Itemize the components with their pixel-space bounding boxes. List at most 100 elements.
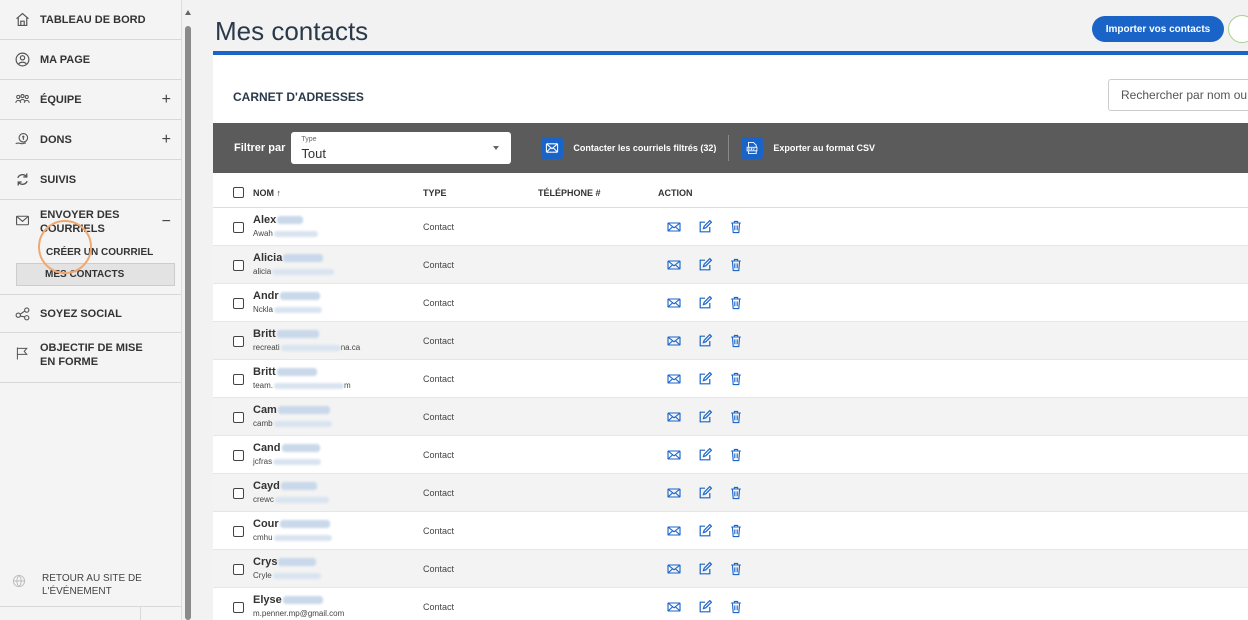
row-checkbox[interactable]	[233, 222, 244, 233]
select-all-checkbox[interactable]	[233, 187, 244, 198]
redacted-blur	[276, 330, 319, 339]
contact-email-text: crewc	[253, 495, 274, 504]
scroll-up-arrow-icon[interactable]	[185, 10, 191, 15]
redacted-blur	[274, 382, 345, 389]
table-row[interactable]: Britt team. m Contact	[213, 360, 1248, 398]
edit-icon[interactable]	[696, 484, 714, 502]
sidebar-item-team[interactable]: ÉQUIPE +	[0, 80, 181, 120]
table-row[interactable]: Cour cmhu Contact	[213, 512, 1248, 550]
dropdown-caret-icon	[493, 146, 500, 150]
sidebar-item-send-emails[interactable]: ENVOYER DES COURRIELS −	[0, 200, 181, 256]
table-row[interactable]: Andr Nckla Contact	[213, 284, 1248, 322]
sidebar-item-follow-ups[interactable]: SUIVIS	[0, 160, 181, 200]
row-checkbox[interactable]	[233, 602, 244, 613]
trash-icon[interactable]	[727, 370, 745, 388]
contact-email: Awah	[253, 229, 318, 238]
edit-icon[interactable]	[696, 218, 714, 236]
edit-icon[interactable]	[696, 256, 714, 274]
redacted-blur	[278, 558, 317, 567]
edit-icon[interactable]	[696, 522, 714, 540]
row-checkbox[interactable]	[233, 488, 244, 499]
trash-icon[interactable]	[727, 446, 745, 464]
table-row[interactable]: Alex Awah Contact	[213, 208, 1248, 246]
table-row[interactable]: Crys Cryle Contact	[213, 550, 1248, 588]
trash-icon[interactable]	[727, 218, 745, 236]
edit-icon[interactable]	[696, 332, 714, 350]
contact-filtered-button[interactable]: Contacter les courriels filtrés (32)	[541, 137, 716, 159]
trash-icon[interactable]	[727, 560, 745, 578]
send-mail-icon[interactable]	[665, 294, 683, 312]
table-row[interactable]: Elyse m.penner.mp@gmail.com Contact	[213, 588, 1248, 620]
sidebar-item-dashboard[interactable]: TABLEAU DE BORD	[0, 0, 181, 40]
sidebar-item-my-page[interactable]: MA PAGE	[0, 40, 181, 80]
trash-icon[interactable]	[727, 294, 745, 312]
redacted-blur	[281, 444, 320, 453]
type-select[interactable]: Type Tout	[291, 132, 512, 164]
trash-icon[interactable]	[727, 256, 745, 274]
sidebar-scrollbar[interactable]	[184, 0, 192, 620]
scrollbar-thumb[interactable]	[185, 26, 191, 620]
circle-action-button[interactable]	[1228, 15, 1248, 43]
redacted-blur	[272, 268, 335, 275]
card-title: CARNET D'ADRESSES	[233, 90, 364, 104]
expand-plus-icon[interactable]: +	[162, 91, 171, 109]
send-mail-icon[interactable]	[665, 484, 683, 502]
send-mail-icon[interactable]	[665, 446, 683, 464]
row-checkbox[interactable]	[233, 450, 244, 461]
column-header-name[interactable]: NOM ↑	[253, 188, 281, 198]
contact-type: Contact	[423, 336, 455, 346]
contact-email: camb	[253, 419, 332, 428]
trash-icon[interactable]	[727, 484, 745, 502]
contact-email-text: m.penner.mp@gmail.com	[253, 609, 345, 618]
send-mail-icon[interactable]	[665, 598, 683, 616]
row-checkbox[interactable]	[233, 260, 244, 271]
redacted-blur	[273, 458, 322, 465]
back-to-event-link[interactable]: RETOUR AU SITE DE L'ÉVÉNEMENT	[12, 572, 152, 598]
trash-icon[interactable]	[727, 408, 745, 426]
contact-email: m.penner.mp@gmail.com	[253, 609, 344, 618]
table-row[interactable]: Alicia alicia Contact	[213, 246, 1248, 284]
export-csv-button[interactable]: Exporter au format CSV	[741, 137, 875, 159]
row-checkbox[interactable]	[233, 412, 244, 423]
edit-icon[interactable]	[696, 446, 714, 464]
table-row[interactable]: Britt recreati na.ca Contact	[213, 322, 1248, 360]
row-checkbox[interactable]	[233, 526, 244, 537]
send-mail-icon[interactable]	[665, 522, 683, 540]
contact-email: cmhu	[253, 533, 332, 542]
send-mail-icon[interactable]	[665, 370, 683, 388]
table-row[interactable]: Cand jcfras Contact	[213, 436, 1248, 474]
send-mail-icon[interactable]	[665, 560, 683, 578]
sidebar-item-donations[interactable]: DONS +	[0, 120, 181, 160]
expand-plus-icon[interactable]: +	[162, 131, 171, 149]
sidebar-item-fitness-goal[interactable]: OBJECTIF DE MISE EN FORME	[0, 333, 181, 383]
send-mail-icon[interactable]	[665, 218, 683, 236]
sidebar-item-social[interactable]: SOYEZ SOCIAL	[0, 295, 181, 333]
row-checkbox[interactable]	[233, 298, 244, 309]
send-mail-icon[interactable]	[665, 256, 683, 274]
row-actions	[665, 218, 745, 236]
row-checkbox[interactable]	[233, 564, 244, 575]
edit-icon[interactable]	[696, 598, 714, 616]
send-mail-icon[interactable]	[665, 332, 683, 350]
trash-icon[interactable]	[727, 522, 745, 540]
search-input[interactable]	[1108, 79, 1248, 111]
row-checkbox[interactable]	[233, 336, 244, 347]
row-checkbox[interactable]	[233, 374, 244, 385]
trash-icon[interactable]	[727, 598, 745, 616]
table-row[interactable]: Cayd crewc Contact	[213, 474, 1248, 512]
user-circle-icon	[12, 50, 32, 70]
edit-icon[interactable]	[696, 370, 714, 388]
edit-icon[interactable]	[696, 408, 714, 426]
sidebar: TABLEAU DE BORD MA PAGE ÉQUIPE + DONS + …	[0, 0, 182, 620]
submenu-my-contacts[interactable]: MES CONTACTS	[16, 263, 175, 286]
trash-icon[interactable]	[727, 332, 745, 350]
send-mail-icon[interactable]	[665, 408, 683, 426]
import-contacts-button[interactable]: Importer vos contacts	[1092, 16, 1224, 42]
edit-icon[interactable]	[696, 294, 714, 312]
type-select-value: Tout	[301, 146, 326, 161]
collapse-minus-icon[interactable]: −	[162, 213, 171, 231]
row-actions	[665, 256, 745, 274]
contact-type: Contact	[423, 298, 455, 308]
edit-icon[interactable]	[696, 560, 714, 578]
table-row[interactable]: Cam camb Contact	[213, 398, 1248, 436]
